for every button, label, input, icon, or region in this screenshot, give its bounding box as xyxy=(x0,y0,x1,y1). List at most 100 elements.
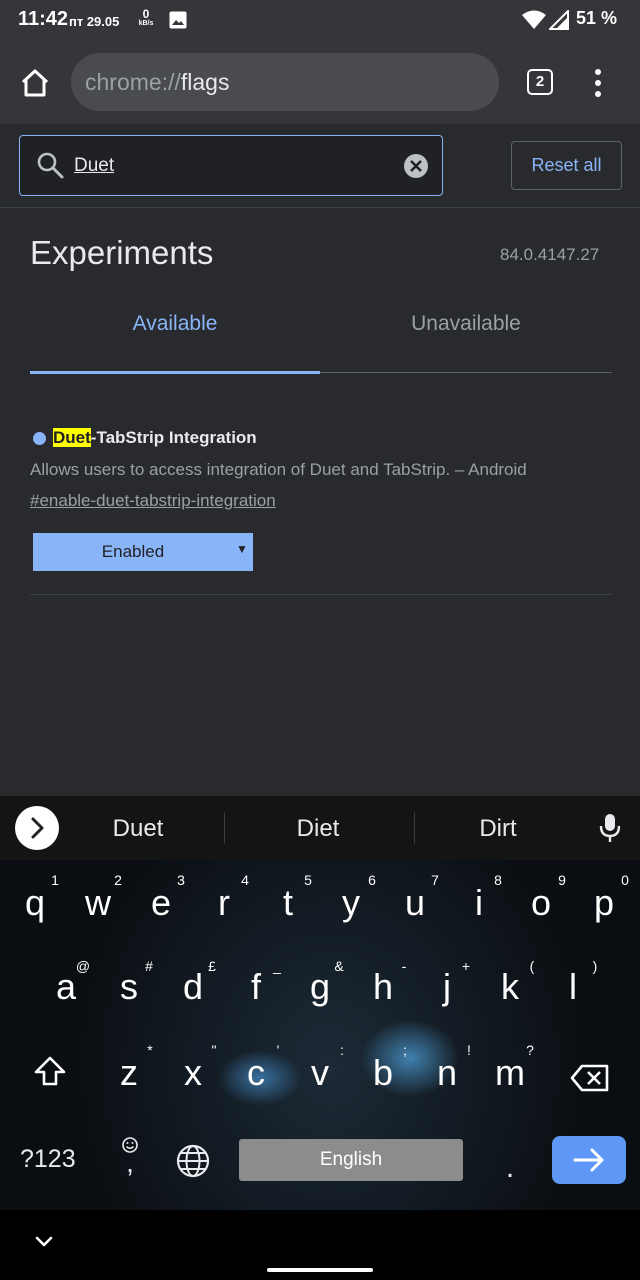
key-b[interactable]: b xyxy=(353,1052,413,1094)
hide-keyboard-button[interactable] xyxy=(34,1234,54,1253)
key-t[interactable]: t xyxy=(258,882,318,924)
space-key[interactable]: English xyxy=(239,1139,463,1181)
home-button[interactable] xyxy=(14,62,56,104)
key-i-hint: 8 xyxy=(494,872,502,888)
key-u[interactable]: u xyxy=(385,882,445,924)
expand-toolbar-button[interactable] xyxy=(15,806,59,850)
arrow-right-icon xyxy=(573,1148,604,1172)
shift-key[interactable] xyxy=(20,1054,80,1096)
dropdown-arrow-icon: ▼ xyxy=(236,542,248,556)
browser-toolbar: chrome://flags 2 xyxy=(0,40,640,124)
status-bar: 11:42 пт 29.05 0 kB/s 51 % xyxy=(0,0,640,40)
key-p[interactable]: p xyxy=(574,882,634,924)
search-header: Reset all xyxy=(0,124,640,208)
key-k-hint: ( xyxy=(529,958,535,974)
chevron-right-icon xyxy=(31,817,44,839)
gallery-icon xyxy=(169,11,187,34)
microphone-icon[interactable] xyxy=(598,812,622,849)
symbols-key[interactable]: ?123 xyxy=(20,1145,76,1174)
suggestion-bar: Duet Diet Dirt xyxy=(0,796,640,860)
url-text: chrome://flags xyxy=(85,69,229,96)
key-w[interactable]: w xyxy=(68,882,128,924)
flag-permalink[interactable]: #enable-duet-tabstrip-integration xyxy=(30,491,276,511)
network-speed-value: 0 xyxy=(142,7,150,21)
soft-keyboard: Duet Diet Dirt q 1 w 2 e 3 r 4 t 5 y 6 u… xyxy=(0,796,640,1210)
network-speed: 0 kB/s xyxy=(136,8,156,27)
flag-description: Allows users to access integration of Du… xyxy=(30,460,527,479)
page-title: Experiments xyxy=(30,234,214,271)
flag-divider xyxy=(30,594,612,595)
key-v-hint: : xyxy=(340,1042,344,1058)
key-b-hint: ; xyxy=(403,1042,407,1058)
clear-search-button[interactable] xyxy=(403,153,429,179)
menu-dot-icon xyxy=(595,69,601,75)
key-y[interactable]: y xyxy=(321,882,381,924)
key-e[interactable]: e xyxy=(131,882,191,924)
key-x[interactable]: x xyxy=(163,1052,223,1094)
tab-unavailable[interactable]: Unavailable xyxy=(320,312,612,336)
key-m[interactable]: m xyxy=(480,1052,540,1094)
key-c[interactable]: c xyxy=(226,1052,286,1094)
key-g-hint: & xyxy=(334,958,344,974)
key-r-hint: 4 xyxy=(241,872,249,888)
key-u-hint: 7 xyxy=(431,872,439,888)
language-key[interactable] xyxy=(176,1144,210,1183)
chevron-down-icon xyxy=(35,1236,53,1247)
tab-switcher-button[interactable]: 2 xyxy=(527,69,553,95)
key-n-hint: ! xyxy=(467,1042,471,1058)
tab-selected-indicator xyxy=(30,371,320,374)
key-f-hint: _ xyxy=(273,958,281,974)
menu-button[interactable] xyxy=(588,67,608,99)
period-key[interactable]: . xyxy=(500,1151,520,1185)
suggestion-1[interactable]: Duet xyxy=(58,815,218,843)
home-icon xyxy=(21,69,49,97)
flag-name-highlight: Duet xyxy=(53,428,91,447)
tab-available[interactable]: Available xyxy=(30,312,320,336)
backspace-icon xyxy=(570,1064,609,1092)
gesture-handle[interactable] xyxy=(267,1268,373,1272)
key-i[interactable]: i xyxy=(449,882,509,924)
wifi-icon xyxy=(522,10,546,35)
flags-page: Reset all Experiments 84.0.4147.27 Avail… xyxy=(0,124,640,796)
key-o[interactable]: o xyxy=(511,882,571,924)
flag-modified-dot-icon xyxy=(33,432,46,445)
clear-icon xyxy=(404,154,428,178)
menu-dot-icon xyxy=(595,80,601,86)
suggestion-divider xyxy=(224,812,225,844)
backspace-key[interactable] xyxy=(560,1060,620,1102)
flag-name-rest: -TabStrip Integration xyxy=(90,428,257,447)
flag-name: Duet-TabStrip Integration xyxy=(53,428,257,448)
enter-key[interactable] xyxy=(552,1136,626,1184)
omnibox[interactable]: chrome://flags xyxy=(71,53,499,111)
key-q-hint: 1 xyxy=(51,872,59,888)
key-p-hint: 0 xyxy=(621,872,629,888)
emoji-comma-key[interactable]: , xyxy=(116,1136,144,1182)
search-box[interactable] xyxy=(19,135,443,196)
network-speed-unit: kB/s xyxy=(138,20,154,27)
flag-state-value: Enabled xyxy=(101,542,165,561)
key-a-hint: @ xyxy=(75,958,91,974)
flag-state-select[interactable]: Enabled ▼ xyxy=(33,533,253,571)
search-input[interactable] xyxy=(74,152,394,180)
version-label: 84.0.4147.27 xyxy=(500,245,600,264)
key-v[interactable]: v xyxy=(290,1052,350,1094)
key-d-hint: £ xyxy=(208,958,216,974)
key-y-hint: 6 xyxy=(368,872,376,888)
key-r[interactable]: r xyxy=(194,882,254,924)
key-n[interactable]: n xyxy=(417,1052,477,1094)
suggestion-3[interactable]: Dirt xyxy=(418,815,578,843)
search-icon xyxy=(36,151,64,184)
key-l-hint: ) xyxy=(592,958,598,974)
comma-label: , xyxy=(126,1147,134,1178)
system-nav-bar xyxy=(0,1210,640,1280)
key-z[interactable]: z xyxy=(99,1052,159,1094)
status-date: пт 29.05 xyxy=(69,14,120,29)
key-o-hint: 9 xyxy=(558,872,566,888)
key-w-hint: 2 xyxy=(114,872,122,888)
reset-all-button[interactable]: Reset all xyxy=(511,141,622,190)
key-h-hint: - xyxy=(401,958,407,974)
key-q[interactable]: q xyxy=(5,882,65,924)
suggestion-2[interactable]: Diet xyxy=(238,815,398,843)
key-m-hint: ? xyxy=(526,1042,534,1058)
globe-icon xyxy=(176,1144,210,1178)
